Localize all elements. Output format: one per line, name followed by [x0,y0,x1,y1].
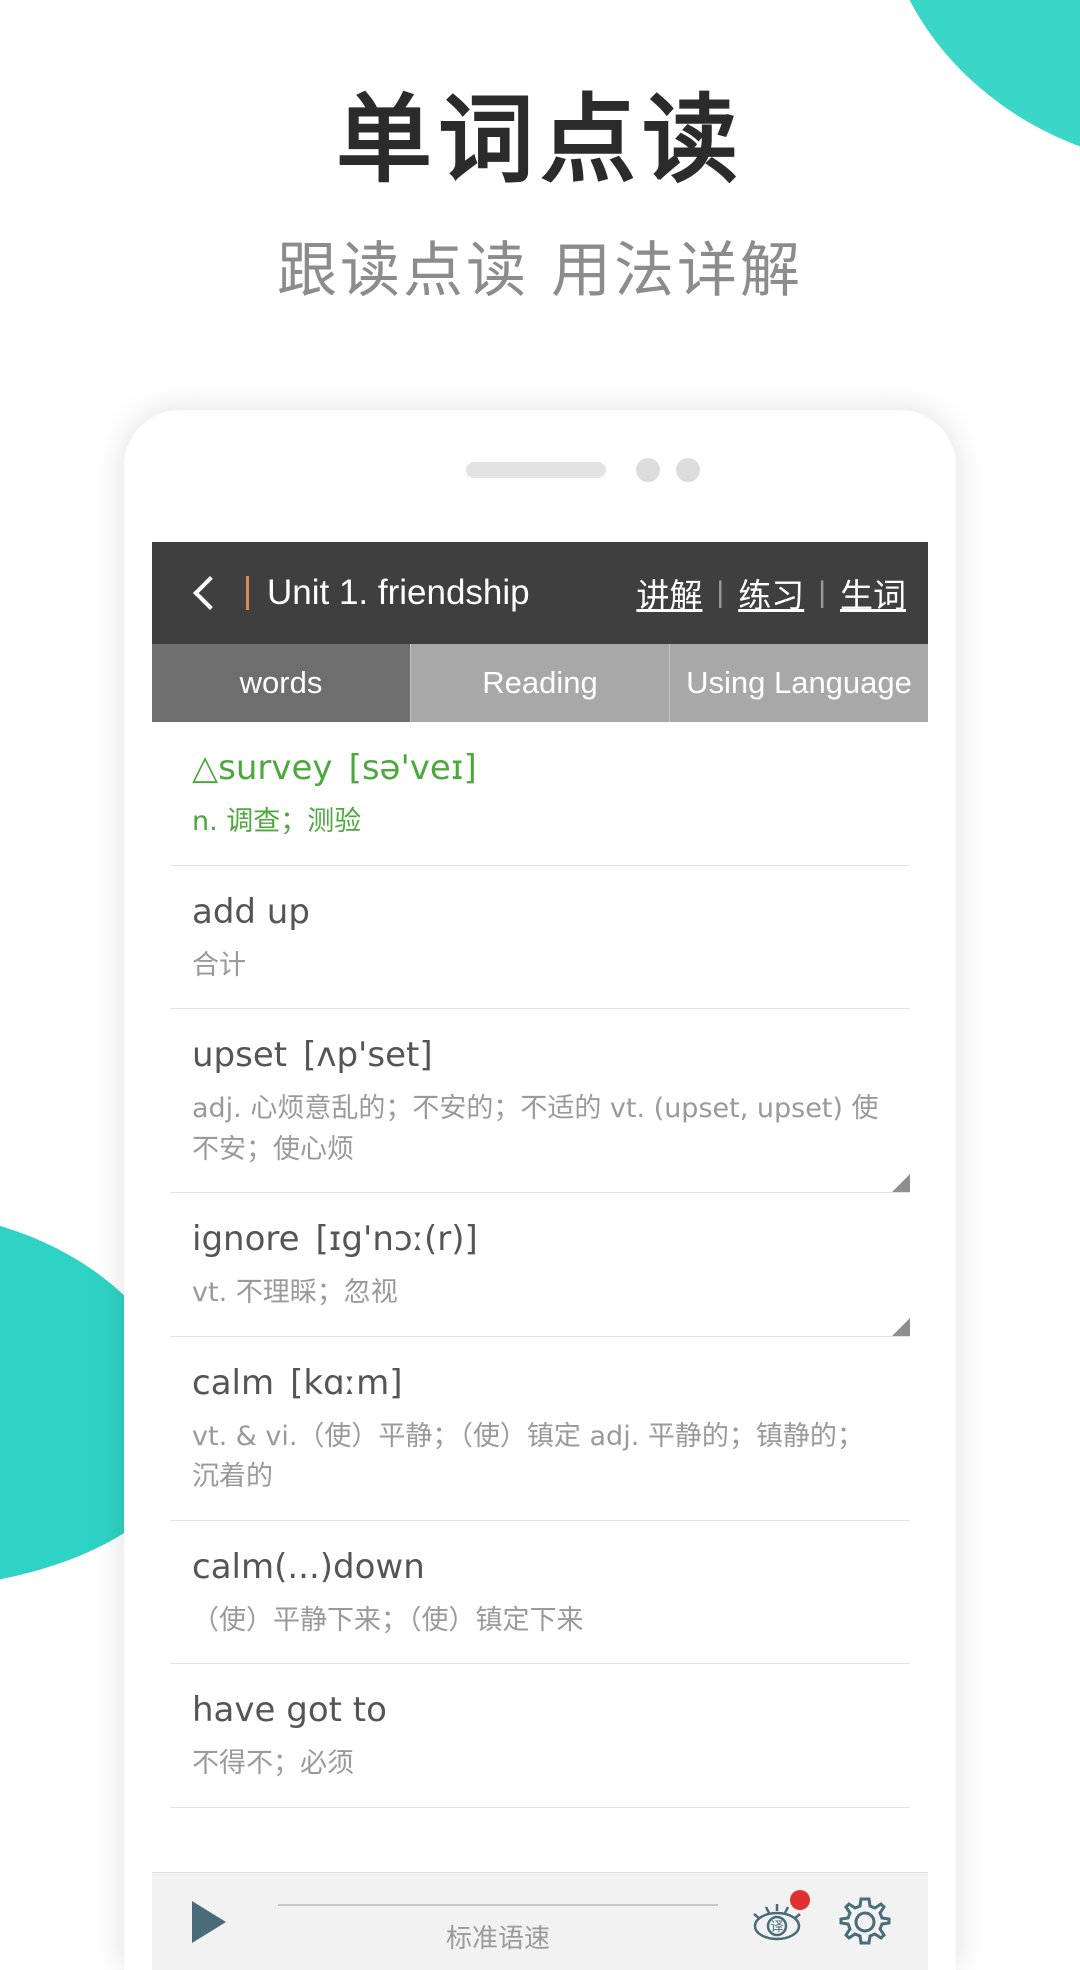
phone-top-bezel [124,410,956,542]
tab-bar: words Reading Using Language [152,644,928,722]
eye-translate-icon[interactable]: 译 [746,1889,810,1950]
page-title: Unit 1. friendship [267,573,530,612]
titlebar-separator-1: | [716,576,725,609]
word-text: survey [218,748,333,788]
word-text: calm(...)down [192,1546,425,1587]
word-definition: （使）平静下来；（使）镇定下来 [192,1604,584,1636]
tab-words[interactable]: words [152,644,410,722]
word-text: have got to [192,1690,387,1730]
word-headword: upset [ʌp'set] [192,1035,888,1075]
titlebar-separator-2: | [818,576,826,609]
word-headword: have got to [192,1690,888,1730]
titlebar-link-practice[interactable]: 练习 [738,569,804,617]
word-phonetic: [ʌp'set] [303,1035,433,1075]
word-phonetic: [kɑːm] [290,1362,403,1403]
phone-mockup: Unit 1. friendship 讲解 | 练习 | 生词 words Re… [124,410,956,1970]
expand-corner-icon[interactable] [892,1174,910,1192]
word-list[interactable]: △survey [sə'veɪ] n. 调查；测验 add up 合计 upset… [152,722,928,1874]
word-definition: vt. & vi.（使）平静；（使）镇定 adj. 平静的；镇静的；沉着的 [192,1420,864,1493]
list-item[interactable]: add up 合计 [170,866,910,1009]
word-text: add up [192,891,310,932]
expand-corner-icon[interactable] [892,1317,910,1336]
word-definition: 合计 [192,949,246,981]
word-definition: 不得不；必须 [192,1748,354,1779]
svg-text:译: 译 [770,1920,783,1935]
speed-label: 标准语速 [445,1923,550,1954]
poster-headline: 单词点读 [336,84,744,196]
word-marker: △ [192,748,219,788]
titlebar-link-newwords[interactable]: 生词 [840,569,906,617]
word-text: upset [192,1035,288,1075]
list-item[interactable]: calm [kɑːm] vt. & vi.（使）平静；（使）镇定 adj. 平静的… [170,1337,910,1521]
list-item[interactable]: △survey [sə'veɪ] n. 调查；测验 [170,722,910,866]
word-headword: add up [192,892,888,932]
word-headword: calm [kɑːm] [192,1363,888,1403]
word-headword: calm(...)down [192,1547,888,1587]
speed-slider-track [278,1903,718,1906]
word-definition: adj. 心烦意乱的；不安的；不适的 vt. (upset, upset) 使不… [192,1093,879,1165]
titlebar-link-explain[interactable]: 讲解 [636,569,702,617]
titlebar-divider [246,576,249,610]
play-icon[interactable] [192,1900,226,1943]
audio-player-bar: 标准语速 译 [152,1872,928,1970]
chevron-left-icon[interactable] [184,573,224,613]
word-definition: vt. 不理睬；忽视 [192,1277,398,1308]
word-phonetic: [ɪg'nɔː(r)] [315,1219,478,1259]
poster-subheadline: 跟读点读 用法详解 [276,236,804,306]
app-screen: Unit 1. friendship 讲解 | 练习 | 生词 words Re… [152,542,928,1970]
phone-camera-icon [636,458,660,482]
tab-using-language[interactable]: Using Language [669,644,928,722]
list-item[interactable]: have got to 不得不；必须 [170,1664,910,1808]
list-item[interactable]: calm(...)down （使）平静下来；（使）镇定下来 [170,1521,910,1664]
gear-icon[interactable] [836,1893,894,1951]
word-headword: ignore [ɪg'nɔː(r)] [192,1219,888,1259]
phone-sensor-icon [676,458,700,482]
word-text: ignore [192,1219,300,1259]
app-titlebar: Unit 1. friendship 讲解 | 练习 | 生词 [152,542,928,644]
speed-slider[interactable]: 标准语速 [268,1892,728,1954]
tab-reading[interactable]: Reading [410,644,669,722]
word-definition: n. 调查；测验 [192,806,362,837]
notification-badge [790,1889,810,1910]
list-item[interactable]: upset [ʌp'set] adj. 心烦意乱的；不安的；不适的 vt. (up… [170,1009,910,1193]
word-headword: △survey [sə'veɪ] [192,748,888,788]
phone-speaker [466,462,606,478]
word-text: calm [192,1362,275,1403]
word-phonetic: [sə'veɪ] [348,748,477,788]
list-item[interactable]: ignore [ɪg'nɔː(r)] vt. 不理睬；忽视 [170,1193,910,1337]
